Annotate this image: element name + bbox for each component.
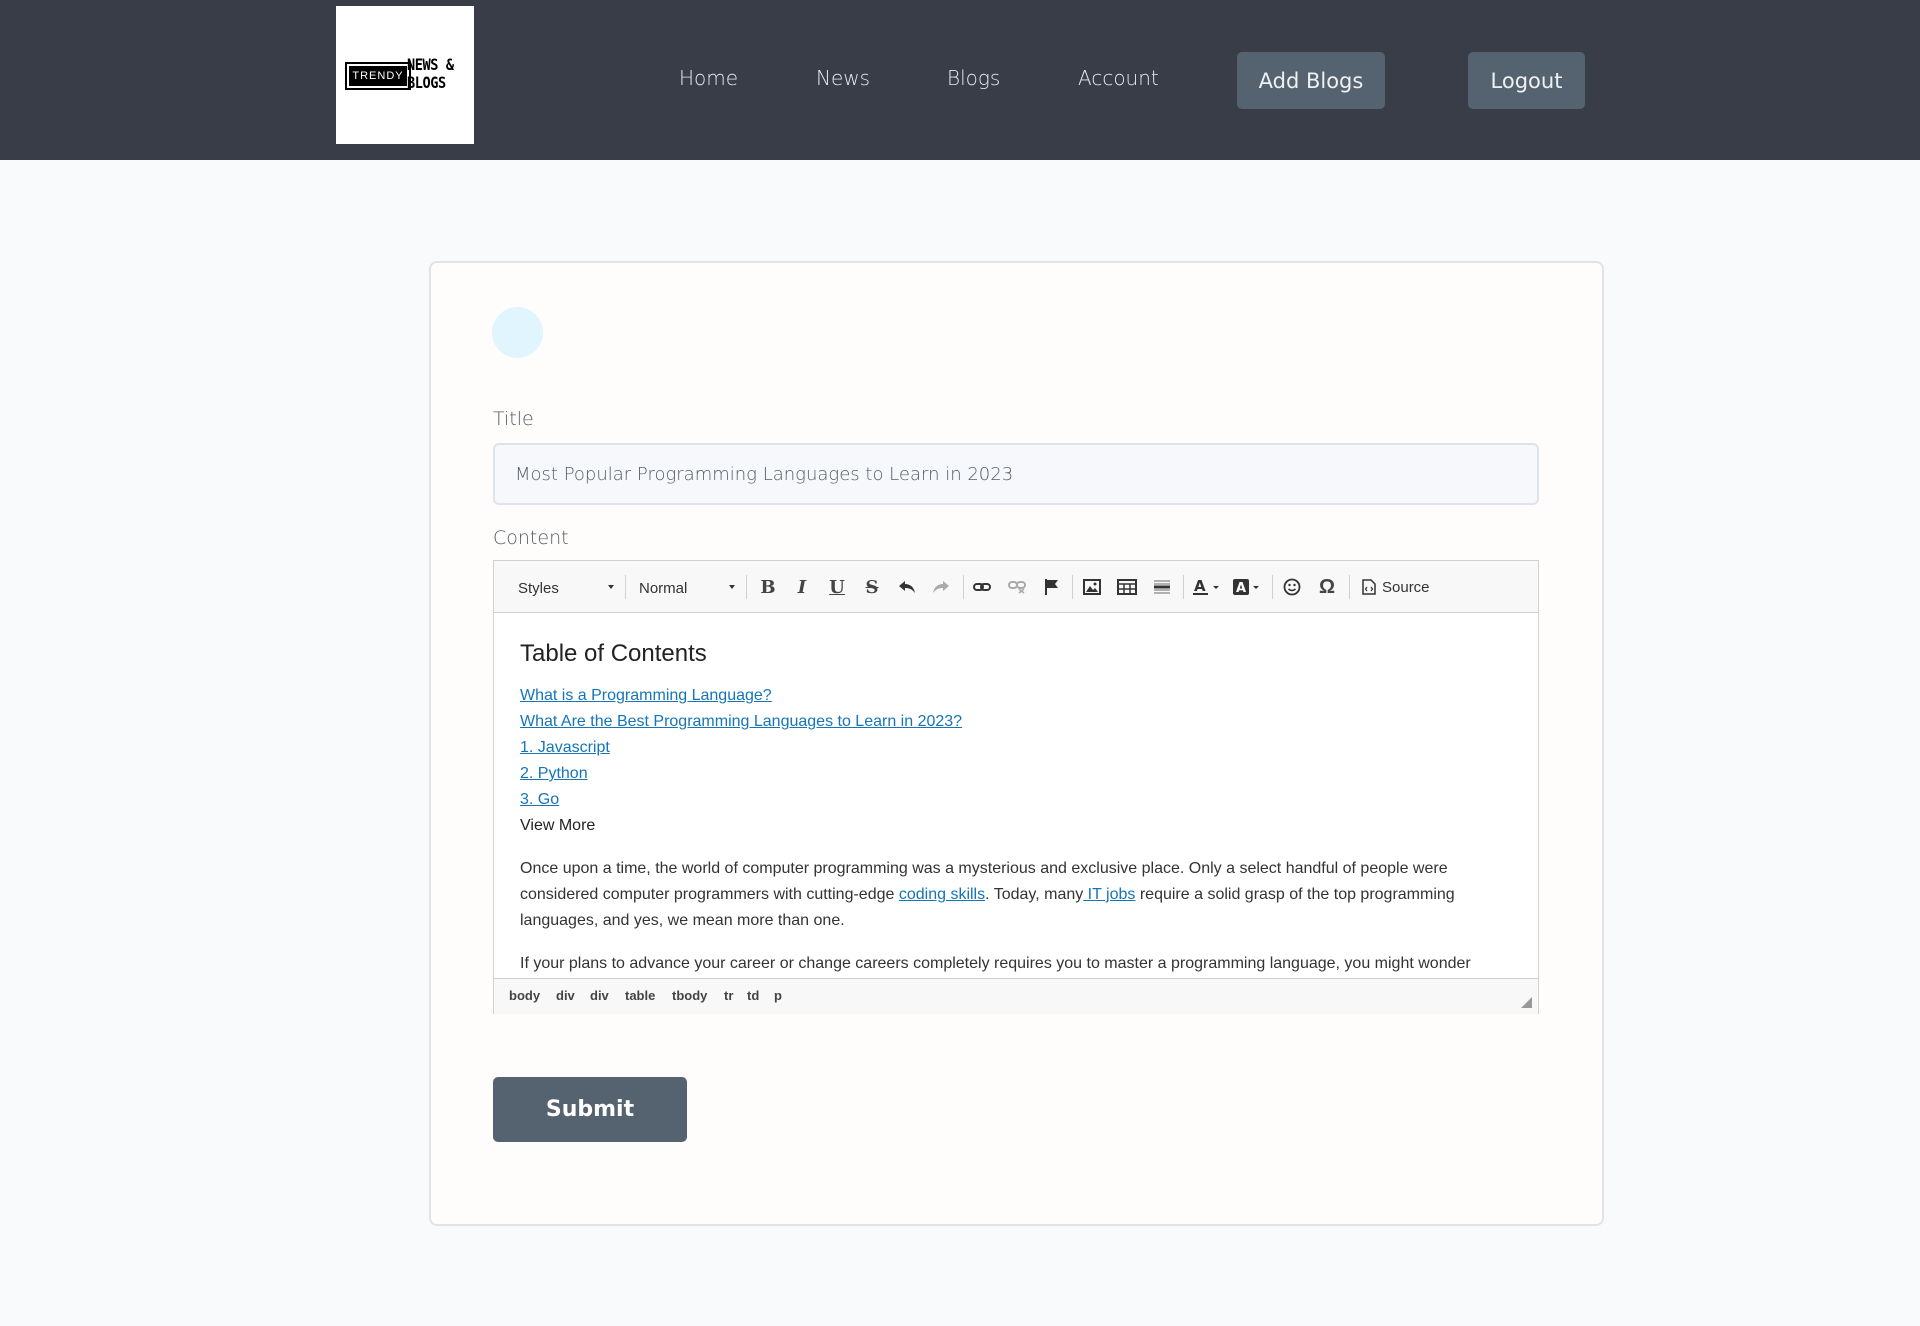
path-item-tr[interactable]: tr — [724, 988, 733, 1003]
toolbar-separator — [1183, 575, 1184, 599]
horizontal-rule-icon[interactable] — [1149, 574, 1175, 600]
nav-home-link[interactable]: Home — [679, 66, 738, 90]
svg-text:A: A — [1236, 581, 1246, 596]
avatar — [492, 307, 543, 358]
underline-icon[interactable]: U — [824, 574, 850, 600]
text-color-icon[interactable]: A — [1190, 574, 1224, 600]
resize-handle-icon[interactable] — [1521, 997, 1532, 1008]
site-logo[interactable]: TRENDY NEWS & BLOGS — [336, 6, 474, 144]
bold-icon[interactable]: B — [755, 574, 781, 600]
content-label: Content — [493, 527, 569, 549]
editor-toolbar: Styles Normal B I U S A A Ω Source — [494, 561, 1538, 613]
title-label: Title — [493, 408, 534, 430]
toc-link[interactable]: What is a Programming Language? — [520, 683, 1512, 709]
logout-button[interactable]: Logout — [1468, 52, 1585, 109]
path-item-p[interactable]: p — [774, 988, 782, 1003]
coding-skills-link[interactable]: coding skills — [899, 886, 985, 903]
styles-dropdown[interactable]: Styles — [518, 578, 614, 598]
background-color-icon[interactable]: A — [1230, 574, 1264, 600]
toolbar-separator — [963, 575, 964, 599]
special-char-icon[interactable]: Ω — [1314, 574, 1340, 600]
chevron-down-icon — [729, 585, 735, 589]
link-icon[interactable] — [969, 574, 995, 600]
nav-account-link[interactable]: Account — [1078, 66, 1159, 90]
italic-icon[interactable]: I — [789, 574, 815, 600]
toolbar-separator — [1272, 575, 1273, 599]
path-item-body[interactable]: body — [509, 988, 540, 1003]
path-item-table[interactable]: table — [625, 988, 655, 1003]
path-item-div[interactable]: div — [556, 988, 575, 1003]
anchor-icon[interactable] — [1039, 574, 1065, 600]
source-button[interactable]: Source — [1362, 574, 1430, 600]
toc-heading: Table of Contents — [520, 640, 707, 667]
add-blogs-button[interactable]: Add Blogs — [1237, 52, 1385, 109]
top-navbar: TRENDY NEWS & BLOGS Home News Blogs Acco… — [0, 0, 1920, 160]
toolbar-separator — [1072, 575, 1073, 599]
image-icon[interactable] — [1079, 574, 1105, 600]
editor-content-area[interactable]: Table of Contents What is a Programming … — [494, 613, 1538, 978]
table-icon[interactable] — [1114, 574, 1140, 600]
svg-text:A: A — [1194, 578, 1206, 595]
source-icon — [1362, 579, 1376, 595]
nav-news-link[interactable]: News — [816, 66, 870, 90]
rich-text-editor: Styles Normal B I U S A A Ω Source Table… — [493, 560, 1539, 1014]
submit-button[interactable]: Submit — [493, 1077, 687, 1142]
it-jobs-link[interactable]: IT jobs — [1083, 886, 1136, 903]
logo-text: NEWS & BLOGS — [407, 55, 454, 92]
redo-icon[interactable] — [928, 574, 954, 600]
nav-blogs-link[interactable]: Blogs — [947, 66, 1000, 90]
content-paragraph: If your plans to advance your career or … — [520, 955, 1471, 972]
logo-badge: TRENDY — [345, 62, 411, 90]
path-item-div[interactable]: div — [590, 988, 609, 1003]
strikethrough-icon[interactable]: S — [859, 574, 885, 600]
toolbar-separator — [625, 575, 626, 599]
toc-link[interactable]: 2. Python — [520, 761, 1512, 787]
chevron-down-icon — [608, 585, 614, 589]
toc-link[interactable]: 1. Javascript — [520, 735, 1512, 761]
toolbar-separator — [1349, 575, 1350, 599]
view-more-text[interactable]: View More — [520, 813, 1512, 839]
undo-icon[interactable] — [894, 574, 920, 600]
unlink-icon[interactable] — [1004, 574, 1030, 600]
smiley-icon[interactable] — [1279, 574, 1305, 600]
toc-link[interactable]: 3. Go — [520, 787, 1512, 813]
path-item-tbody[interactable]: tbody — [672, 988, 707, 1003]
path-item-td[interactable]: td — [747, 988, 759, 1003]
content-paragraph: Once upon a time, the world of computer … — [520, 860, 1455, 929]
format-dropdown[interactable]: Normal — [639, 578, 735, 598]
toc-link[interactable]: What Are the Best Programming Languages … — [520, 709, 1512, 735]
toolbar-separator — [746, 575, 747, 599]
element-path-bar: body div div table tbody tr td p — [494, 978, 1538, 1014]
table-of-contents: What is a Programming Language? What Are… — [520, 683, 1512, 839]
title-input[interactable] — [493, 443, 1539, 505]
